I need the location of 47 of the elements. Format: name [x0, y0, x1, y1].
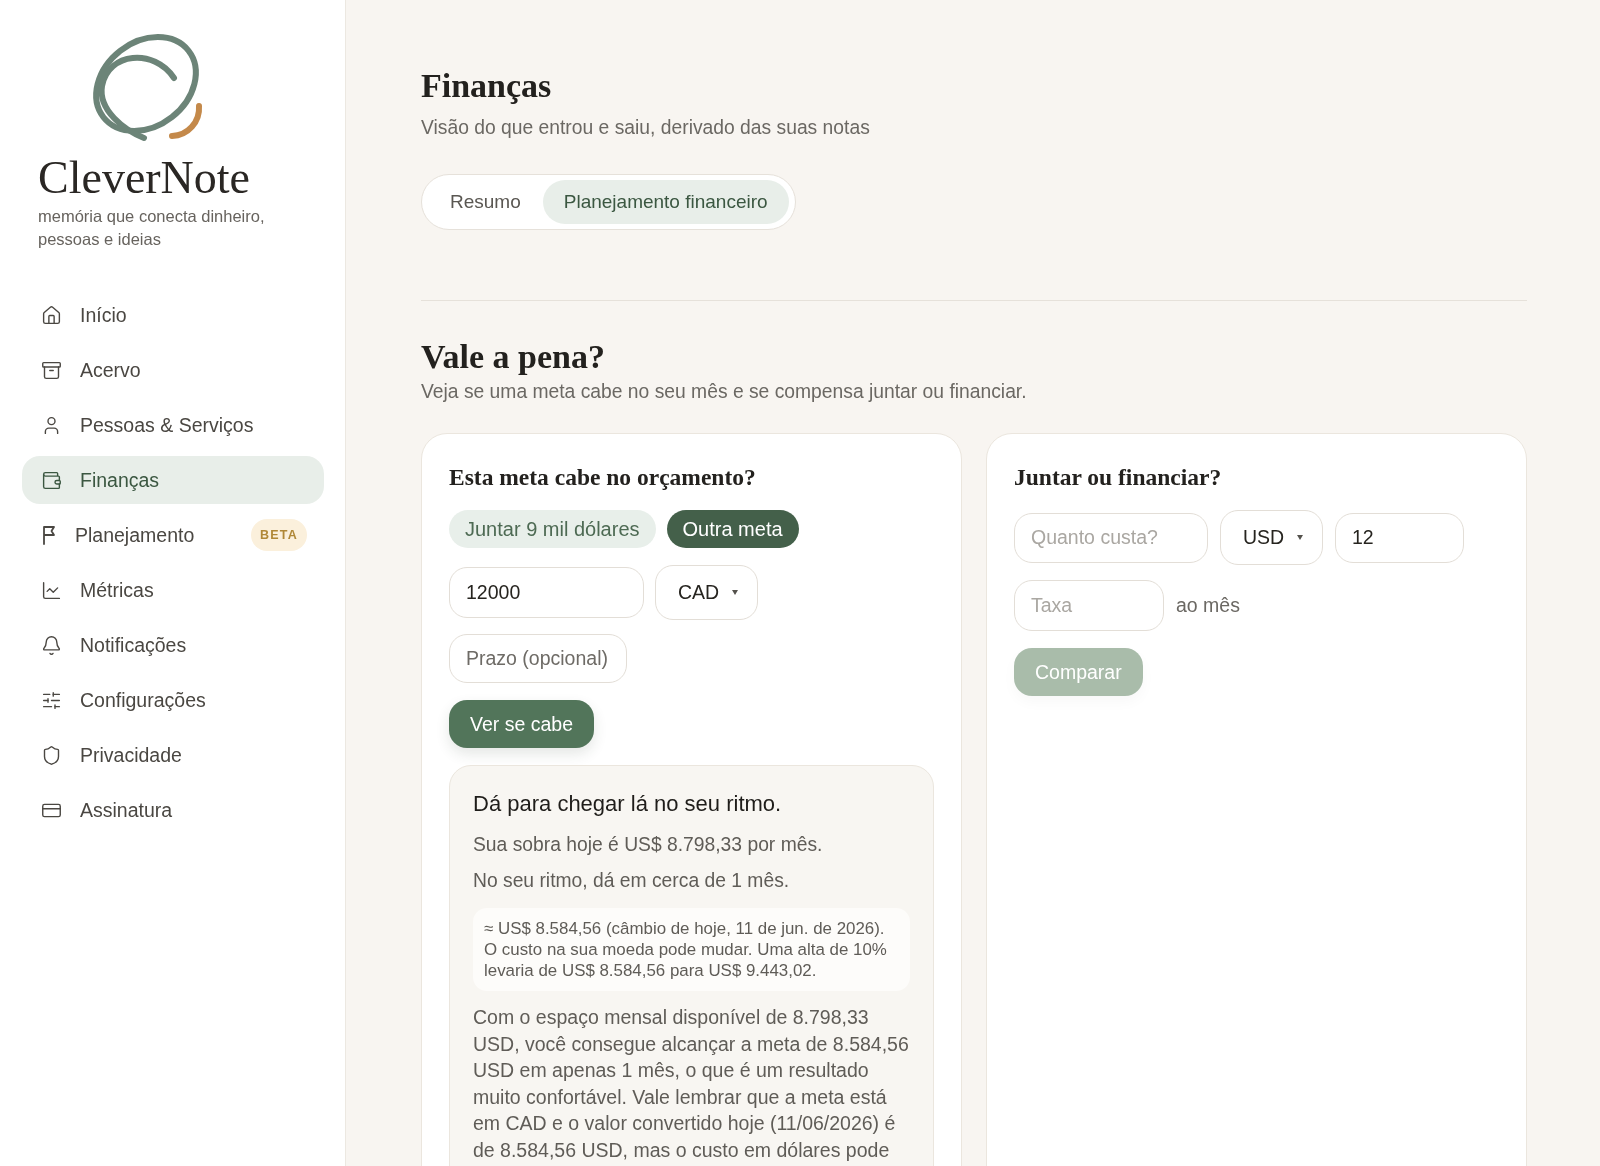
tab[interactable]: Planejamento financeiro	[542, 180, 789, 224]
line-chart-icon	[41, 579, 62, 601]
rate-suffix: ao mês	[1176, 594, 1240, 617]
nav-item[interactable]: Configurações	[22, 676, 324, 724]
brand-tagline: memória que conecta dinheiro, pessoas e ideias	[38, 206, 266, 250]
section-title: Vale a pena?	[421, 337, 605, 377]
rate-input[interactable]: Taxa	[1014, 580, 1164, 631]
card-title: Juntar ou financiar?	[1014, 463, 1222, 491]
nav-item[interactable]: Pessoas & Serviços	[22, 401, 324, 449]
caret-icon	[732, 590, 739, 595]
sliders-icon	[41, 689, 62, 711]
nav-item[interactable]: Notificações	[22, 621, 324, 669]
currency-select[interactable]: CAD	[655, 565, 758, 620]
nav-item[interactable]: Planejamento BETA	[22, 511, 324, 559]
goal-option[interactable]: Juntar 9 mil dólares	[449, 510, 656, 548]
exchange-note: ≈ US$ 8.584,56 (câmbio de hoje, 11 de jun. de 2026). O custo na sua moeda pode mudar. Uma alta de 10% levaria de US$ 8.584,56 para US$ 9.443,02.	[473, 908, 910, 991]
result-explanation: Com o espaço mensal disponível de 8.798,33 USD, você consegue alcançar a meta de 8.584,56 USD em apenas 1 mês, o que é um resultado muito confortável. Vale lembrar que a meta está em CAD e o valor convertido hoje (11/06/2026) é de 8.584,56 USD, mas o custo em dólares pode	[473, 1005, 910, 1163]
check-button[interactable]: Ver se cabe	[449, 700, 594, 748]
beta-badge: BETA	[251, 519, 307, 551]
nav-item[interactable]: Finanças	[22, 456, 324, 504]
caret-icon	[1297, 535, 1304, 540]
shield-icon	[41, 744, 62, 766]
amount-input[interactable]: 12000	[449, 567, 644, 618]
result-title: Dá para chegar lá no seu ritmo.	[473, 790, 782, 818]
page-subtitle: Visão do que entrou e saiu, derivado das suas notas	[421, 116, 870, 140]
bell-icon	[41, 634, 62, 656]
brand-name: CleverNote	[37, 152, 251, 204]
flag-icon	[41, 525, 57, 545]
result-line: No seu ritmo, dá em cerca de 1 mês.	[473, 869, 790, 893]
cost-input[interactable]: Quanto custa?	[1014, 512, 1208, 563]
months-input[interactable]: 12	[1335, 512, 1464, 563]
house-icon	[41, 304, 62, 326]
nav-item[interactable]: Assinatura	[22, 786, 324, 834]
nav-item[interactable]: Acervo	[22, 346, 324, 394]
deadline-input[interactable]: Prazo (opcional)	[449, 634, 627, 683]
nav-item[interactable]: Início	[22, 291, 324, 339]
tab[interactable]: Resumo	[428, 180, 543, 224]
section-subtitle: Veja se uma meta cabe no seu mês e se compensa juntar ou financiar.	[421, 380, 1027, 404]
wallet-icon	[41, 469, 62, 491]
archive-box-icon	[41, 359, 62, 381]
page-title: Finanças	[421, 66, 552, 106]
currency-select[interactable]: USD	[1220, 510, 1323, 565]
nav-item[interactable]: Privacidade	[22, 731, 324, 779]
nav-item[interactable]: Métricas	[22, 566, 324, 614]
goal-option[interactable]: Outra meta	[666, 510, 799, 548]
result-line: Sua sobra hoje é US$ 8.798,33 por mês.	[473, 833, 823, 857]
card-title: Esta meta cabe no orçamento?	[449, 463, 756, 491]
